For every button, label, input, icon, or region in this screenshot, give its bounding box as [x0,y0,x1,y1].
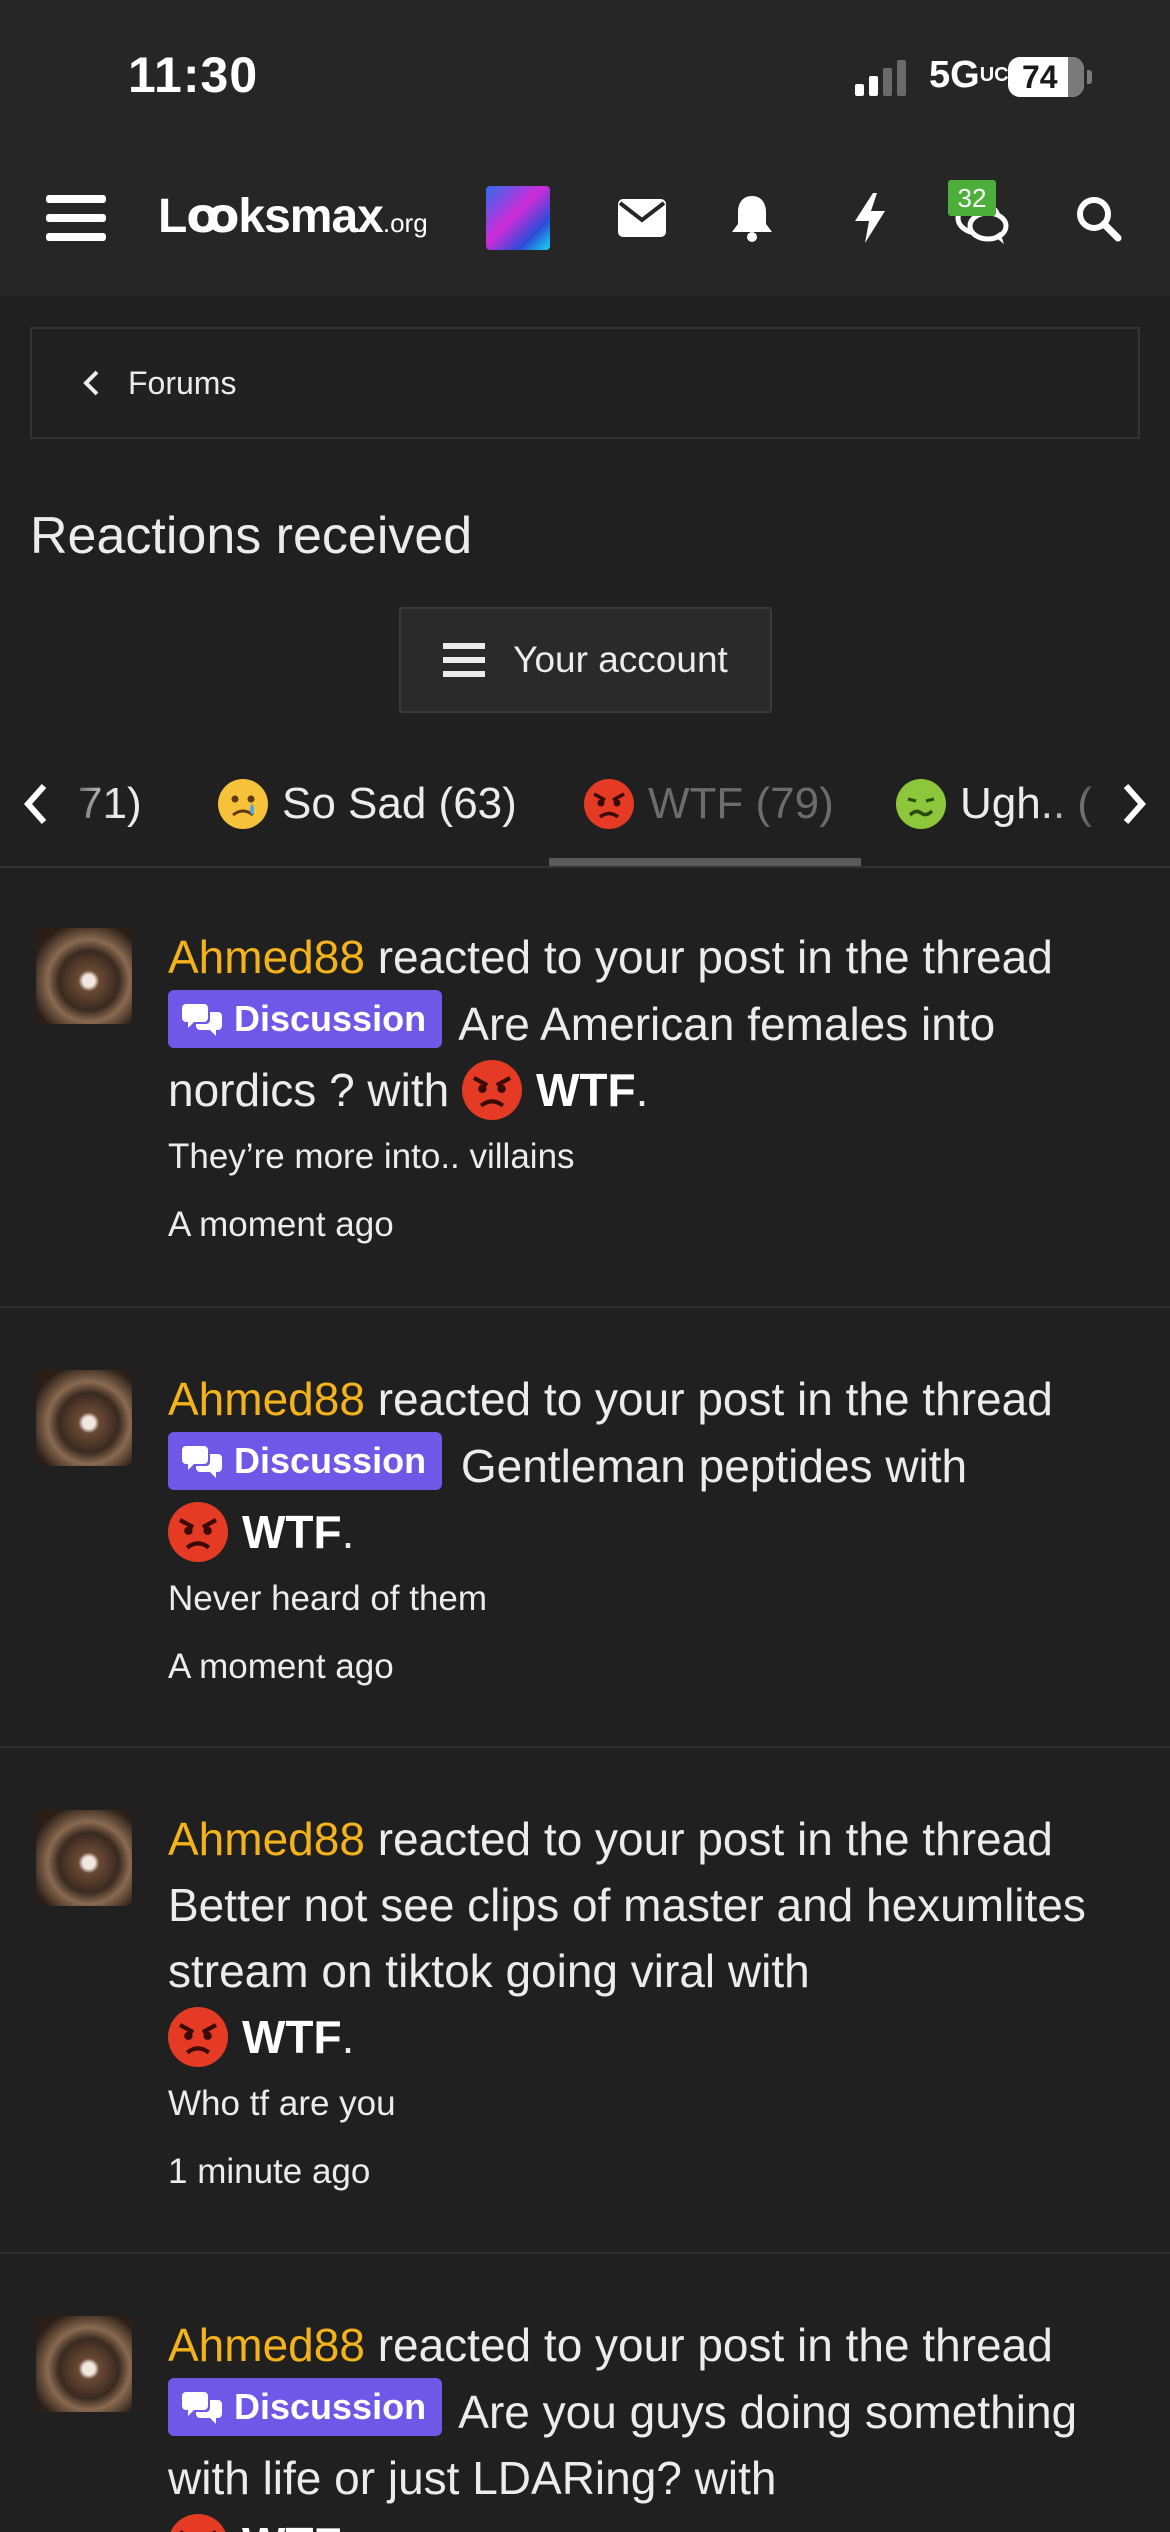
network-indicator: 5GUC [929,54,1009,96]
breadcrumb[interactable]: Forums [30,327,1140,439]
comments-icon [182,1446,222,1478]
tabs-prev-arrow[interactable] [0,740,70,866]
reaction-name: WTF [242,2518,342,2532]
timestamp: 1 minute ago [168,2152,371,2191]
reaction-tabs: 71) So Sad (63) WTF (79) Ugh.. ( [0,740,1170,868]
your-account-label: Your account [513,639,728,680]
timestamp: A moment ago [168,1647,394,1686]
chat-badge: 32 [948,180,996,216]
alert-item[interactable]: Ahmed88 reacted to your post in the thre… [0,1308,1170,1748]
site-logo[interactable]: Lꝏksmax.org [158,188,428,244]
search-icon[interactable] [1066,186,1130,250]
angry-emoji-icon [168,1502,228,1562]
top-navbar: Lꝏksmax.org 32 [0,150,1170,296]
tab-wtf[interactable]: WTF (79) [584,740,834,866]
reaction-name: WTF [242,2011,342,2063]
username-link[interactable]: Ahmed88 [168,1813,365,1865]
your-account-button[interactable]: Your account [399,607,772,713]
alert-item[interactable]: Ahmed88 reacted to your post in the thre… [0,2254,1170,2532]
timestamp: A moment ago [168,1205,394,1244]
sad-emoji-icon [218,779,268,829]
menu-icon[interactable] [44,186,108,250]
comments-icon [182,2392,222,2424]
avatar[interactable] [36,1810,132,1906]
chevron-left-icon [83,370,99,396]
user-avatar[interactable] [486,186,550,250]
tab-so-sad[interactable]: So Sad (63) [218,740,517,866]
angry-emoji-icon [584,779,634,829]
thread-title-link[interactable]: Gentleman peptides with [448,1440,967,1492]
discussion-prefix-badge: Discussion [168,990,443,1048]
discussion-prefix-badge: Discussion [168,1432,443,1490]
sick-emoji-icon [896,779,946,829]
reaction-name: WTF [242,1506,342,1558]
discussion-prefix-badge: Discussion [168,2378,443,2436]
angry-emoji-icon [168,2007,228,2067]
envelope-icon[interactable] [610,186,674,250]
username-link[interactable]: Ahmed88 [168,1373,365,1425]
lightning-icon[interactable] [838,186,902,250]
avatar[interactable] [36,1370,132,1466]
list-icon [443,643,486,677]
post-snippet: Never heard of them [168,1579,488,1618]
post-snippet: They’re more into.. villains [168,1137,575,1176]
bell-icon[interactable] [720,186,784,250]
alert-item[interactable]: Ahmed88 reacted to your post in the thre… [0,868,1170,1308]
avatar[interactable] [36,928,132,1024]
username-link[interactable]: Ahmed88 [168,931,365,983]
active-tab-indicator [549,858,861,866]
thread-title-link[interactable]: Better not see clips of master and hexum… [168,1879,1086,1997]
status-bar: 11:30 5GUC 74 [0,0,1170,150]
post-snippet: Who tf are you [168,2084,396,2123]
signal-icon [855,60,906,96]
angry-emoji-icon [168,2514,228,2532]
comments-icon [182,1004,222,1036]
status-time: 11:30 [128,47,259,103]
breadcrumb-label: Forums [128,364,237,401]
angry-emoji-icon [462,1060,523,1120]
page-title: Reactions received [30,507,473,565]
tabs-next-arrow[interactable] [1100,740,1170,866]
avatar[interactable] [36,2316,132,2412]
reaction-name: WTF [536,1064,636,1116]
username-link[interactable]: Ahmed88 [168,2319,365,2371]
battery-icon: 74 [1008,57,1092,97]
alert-item[interactable]: Ahmed88 reacted to your post in the thre… [0,1748,1170,2254]
